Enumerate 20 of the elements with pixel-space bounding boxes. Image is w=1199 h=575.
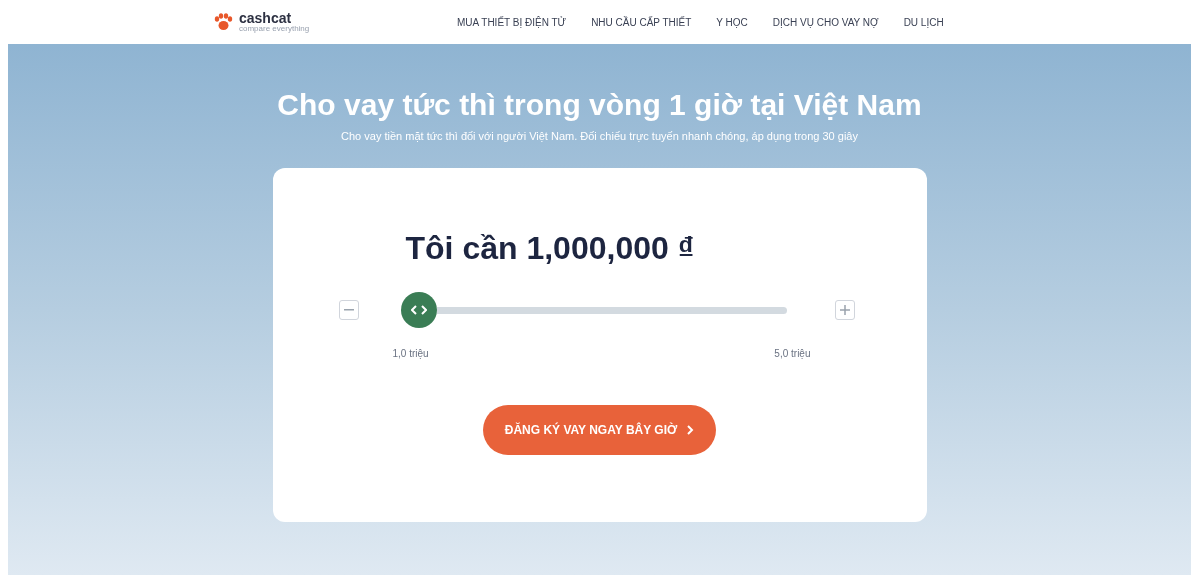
slider-min-label: 1,0 triệu (392, 347, 429, 361)
chevrons-icon (410, 305, 427, 315)
chevron-right-icon (687, 425, 695, 435)
slider-max-label: 5,0 triệu (774, 347, 811, 361)
slider-thumb[interactable] (400, 292, 437, 328)
hero-subtitle: Cho vay tiền mặt tức thì đối với người Việt Nam. Đối chiếu trực tuyến nhanh chóng, áp dụng trong 30 giây (341, 128, 858, 144)
hero-title: Cho vay tức thì trong vòng 1 giờ tại Việt Nam (277, 87, 922, 123)
nav-link[interactable]: Y HỌC (716, 14, 748, 30)
nav-link[interactable]: MUA THIẾT BỊ ĐIỆN TỬ (457, 14, 567, 30)
minus-button[interactable] (338, 300, 359, 320)
minus-icon (343, 309, 354, 311)
nav-link[interactable]: NHU CẦU CẤP THIẾT (591, 14, 692, 30)
loan-amount-heading: Tôi cần 1,000,000 ₫ (405, 229, 696, 268)
plus-button[interactable] (834, 300, 855, 320)
nav-link[interactable]: DU LỊCH (903, 14, 944, 30)
logo-text[interactable]: cashcat (239, 11, 310, 25)
plus-icon (839, 305, 850, 315)
paw-icon (213, 13, 233, 31)
nav-link[interactable]: DỊCH VỤ CHO VAY NỢ (772, 14, 879, 30)
logo-tagline: compare everything (239, 25, 310, 33)
